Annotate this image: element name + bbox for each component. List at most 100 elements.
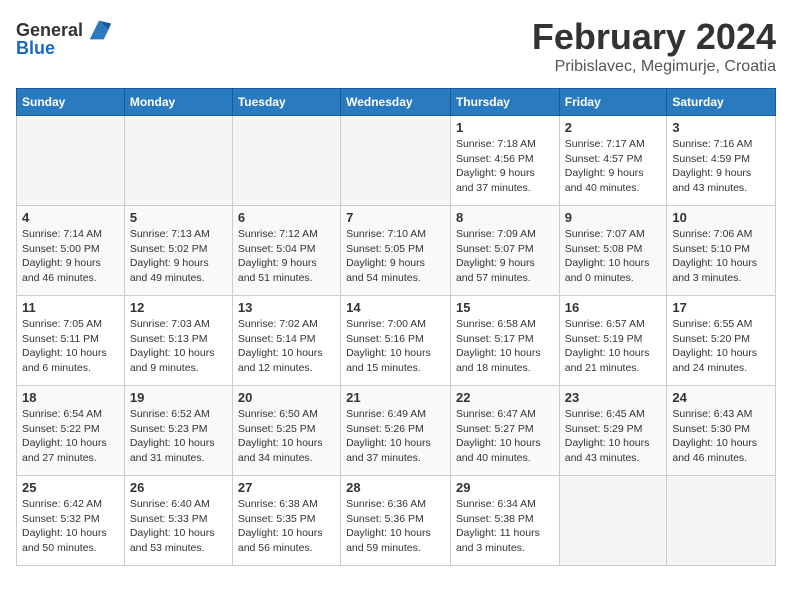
day-info: Sunrise: 7:02 AM Sunset: 5:14 PM Dayligh… (238, 317, 335, 376)
day-number: 18 (22, 390, 119, 405)
calendar-cell: 19 Sunrise: 6:52 AM Sunset: 5:23 PM Dayli… (124, 386, 232, 476)
day-number: 19 (130, 390, 227, 405)
location-title: Pribislavec, Megimurje, Croatia (532, 58, 776, 76)
month-title: February 2024 (532, 16, 776, 58)
calendar-cell: 1Sunrise: 7:18 AM Sunset: 4:56 PM Daylig… (450, 116, 559, 206)
day-info: Sunrise: 7:14 AM Sunset: 5:00 PM Dayligh… (22, 227, 119, 286)
day-info: Sunrise: 6:38 AM Sunset: 5:35 PM Dayligh… (238, 497, 335, 556)
calendar-cell: 17Sunrise: 6:55 AM Sunset: 5:20 PM Dayli… (667, 296, 776, 386)
day-info: Sunrise: 6:36 AM Sunset: 5:36 PM Dayligh… (346, 497, 445, 556)
day-number: 15 (456, 300, 554, 315)
day-number: 27 (238, 480, 335, 495)
day-number: 2 (565, 120, 662, 135)
calendar-cell: 11 Sunrise: 7:05 AM Sunset: 5:11 PM Dayli… (17, 296, 125, 386)
weekday-header-saturday: Saturday (667, 89, 776, 116)
calendar-cell (559, 476, 667, 566)
day-number: 29 (456, 480, 554, 495)
calendar-cell: 9Sunrise: 7:07 AM Sunset: 5:08 PM Daylig… (559, 206, 667, 296)
day-info: Sunrise: 7:10 AM Sunset: 5:05 PM Dayligh… (346, 227, 445, 286)
day-number: 1 (456, 120, 554, 135)
day-info: Sunrise: 7:12 AM Sunset: 5:04 PM Dayligh… (238, 227, 335, 286)
day-number: 16 (565, 300, 662, 315)
day-number: 6 (238, 210, 335, 225)
logo: General Blue (16, 16, 113, 59)
day-number: 14 (346, 300, 445, 315)
calendar-cell: 7 Sunrise: 7:10 AM Sunset: 5:05 PM Daylig… (341, 206, 451, 296)
weekday-header-tuesday: Tuesday (232, 89, 340, 116)
day-info: Sunrise: 6:50 AM Sunset: 5:25 PM Dayligh… (238, 407, 335, 466)
day-number: 17 (672, 300, 770, 315)
day-info: Sunrise: 7:17 AM Sunset: 4:57 PM Dayligh… (565, 137, 662, 196)
day-info: Sunrise: 6:45 AM Sunset: 5:29 PM Dayligh… (565, 407, 662, 466)
day-info: Sunrise: 7:09 AM Sunset: 5:07 PM Dayligh… (456, 227, 554, 286)
day-info: Sunrise: 6:57 AM Sunset: 5:19 PM Dayligh… (565, 317, 662, 376)
day-number: 22 (456, 390, 554, 405)
calendar-cell: 25 Sunrise: 6:42 AM Sunset: 5:32 PM Dayli… (17, 476, 125, 566)
weekday-header-sunday: Sunday (17, 89, 125, 116)
calendar-cell (124, 116, 232, 206)
day-info: Sunrise: 6:49 AM Sunset: 5:26 PM Dayligh… (346, 407, 445, 466)
calendar-week-row: 4Sunrise: 7:14 AM Sunset: 5:00 PM Daylig… (17, 206, 776, 296)
weekday-header-thursday: Thursday (450, 89, 559, 116)
calendar-cell (232, 116, 340, 206)
calendar-cell: 12Sunrise: 7:03 AM Sunset: 5:13 PM Dayli… (124, 296, 232, 386)
calendar-cell: 3 Sunrise: 7:16 AM Sunset: 4:59 PM Daylig… (667, 116, 776, 206)
day-info: Sunrise: 7:16 AM Sunset: 4:59 PM Dayligh… (672, 137, 770, 196)
calendar-cell: 21Sunrise: 6:49 AM Sunset: 5:26 PM Dayli… (341, 386, 451, 476)
day-number: 7 (346, 210, 445, 225)
day-number: 10 (672, 210, 770, 225)
calendar-cell: 13 Sunrise: 7:02 AM Sunset: 5:14 PM Dayli… (232, 296, 340, 386)
day-number: 8 (456, 210, 554, 225)
day-info: Sunrise: 6:58 AM Sunset: 5:17 PM Dayligh… (456, 317, 554, 376)
title-area: February 2024 Pribislavec, Megimurje, Cr… (532, 16, 776, 76)
day-info: Sunrise: 7:06 AM Sunset: 5:10 PM Dayligh… (672, 227, 770, 286)
day-number: 23 (565, 390, 662, 405)
day-number: 13 (238, 300, 335, 315)
calendar-cell: 14Sunrise: 7:00 AM Sunset: 5:16 PM Dayli… (341, 296, 451, 386)
day-info: Sunrise: 6:40 AM Sunset: 5:33 PM Dayligh… (130, 497, 227, 556)
calendar-cell: 22 Sunrise: 6:47 AM Sunset: 5:27 PM Dayli… (450, 386, 559, 476)
day-number: 5 (130, 210, 227, 225)
calendar-cell: 23 Sunrise: 6:45 AM Sunset: 5:29 PM Dayli… (559, 386, 667, 476)
day-number: 28 (346, 480, 445, 495)
day-number: 26 (130, 480, 227, 495)
day-info: Sunrise: 7:05 AM Sunset: 5:11 PM Dayligh… (22, 317, 119, 376)
calendar-table: SundayMondayTuesdayWednesdayThursdayFrid… (16, 88, 776, 566)
weekday-header-row: SundayMondayTuesdayWednesdayThursdayFrid… (17, 89, 776, 116)
logo-blue: Blue (16, 38, 55, 59)
calendar-cell (341, 116, 451, 206)
calendar-cell: 4Sunrise: 7:14 AM Sunset: 5:00 PM Daylig… (17, 206, 125, 296)
weekday-header-wednesday: Wednesday (341, 89, 451, 116)
day-number: 11 (22, 300, 119, 315)
day-number: 25 (22, 480, 119, 495)
calendar-cell: 24 Sunrise: 6:43 AM Sunset: 5:30 PM Dayli… (667, 386, 776, 476)
weekday-header-monday: Monday (124, 89, 232, 116)
day-info: Sunrise: 6:34 AM Sunset: 5:38 PM Dayligh… (456, 497, 554, 556)
day-info: Sunrise: 7:03 AM Sunset: 5:13 PM Dayligh… (130, 317, 227, 376)
day-number: 24 (672, 390, 770, 405)
day-number: 3 (672, 120, 770, 135)
calendar-cell (17, 116, 125, 206)
calendar-cell: 8 Sunrise: 7:09 AM Sunset: 5:07 PM Daylig… (450, 206, 559, 296)
calendar-cell: 5 Sunrise: 7:13 AM Sunset: 5:02 PM Daylig… (124, 206, 232, 296)
calendar-cell: 15 Sunrise: 6:58 AM Sunset: 5:17 PM Dayli… (450, 296, 559, 386)
day-info: Sunrise: 6:52 AM Sunset: 5:23 PM Dayligh… (130, 407, 227, 466)
calendar-cell: 16 Sunrise: 6:57 AM Sunset: 5:19 PM Dayli… (559, 296, 667, 386)
day-info: Sunrise: 6:43 AM Sunset: 5:30 PM Dayligh… (672, 407, 770, 466)
weekday-header-friday: Friday (559, 89, 667, 116)
day-info: Sunrise: 6:47 AM Sunset: 5:27 PM Dayligh… (456, 407, 554, 466)
day-info: Sunrise: 6:42 AM Sunset: 5:32 PM Dayligh… (22, 497, 119, 556)
calendar-cell: 18 Sunrise: 6:54 AM Sunset: 5:22 PM Dayli… (17, 386, 125, 476)
calendar-week-row: 11 Sunrise: 7:05 AM Sunset: 5:11 PM Dayli… (17, 296, 776, 386)
day-info: Sunrise: 7:13 AM Sunset: 5:02 PM Dayligh… (130, 227, 227, 286)
day-info: Sunrise: 6:54 AM Sunset: 5:22 PM Dayligh… (22, 407, 119, 466)
calendar-week-row: 25 Sunrise: 6:42 AM Sunset: 5:32 PM Dayli… (17, 476, 776, 566)
logo-icon (85, 16, 113, 44)
calendar-cell: 27 Sunrise: 6:38 AM Sunset: 5:35 PM Dayli… (232, 476, 340, 566)
calendar-cell: 6 Sunrise: 7:12 AM Sunset: 5:04 PM Daylig… (232, 206, 340, 296)
calendar-cell: 20Sunrise: 6:50 AM Sunset: 5:25 PM Dayli… (232, 386, 340, 476)
calendar-week-row: 1Sunrise: 7:18 AM Sunset: 4:56 PM Daylig… (17, 116, 776, 206)
calendar-week-row: 18 Sunrise: 6:54 AM Sunset: 5:22 PM Dayli… (17, 386, 776, 476)
page-header: General Blue February 2024 Pribislavec, … (16, 16, 776, 76)
calendar-cell: 28 Sunrise: 6:36 AM Sunset: 5:36 PM Dayli… (341, 476, 451, 566)
